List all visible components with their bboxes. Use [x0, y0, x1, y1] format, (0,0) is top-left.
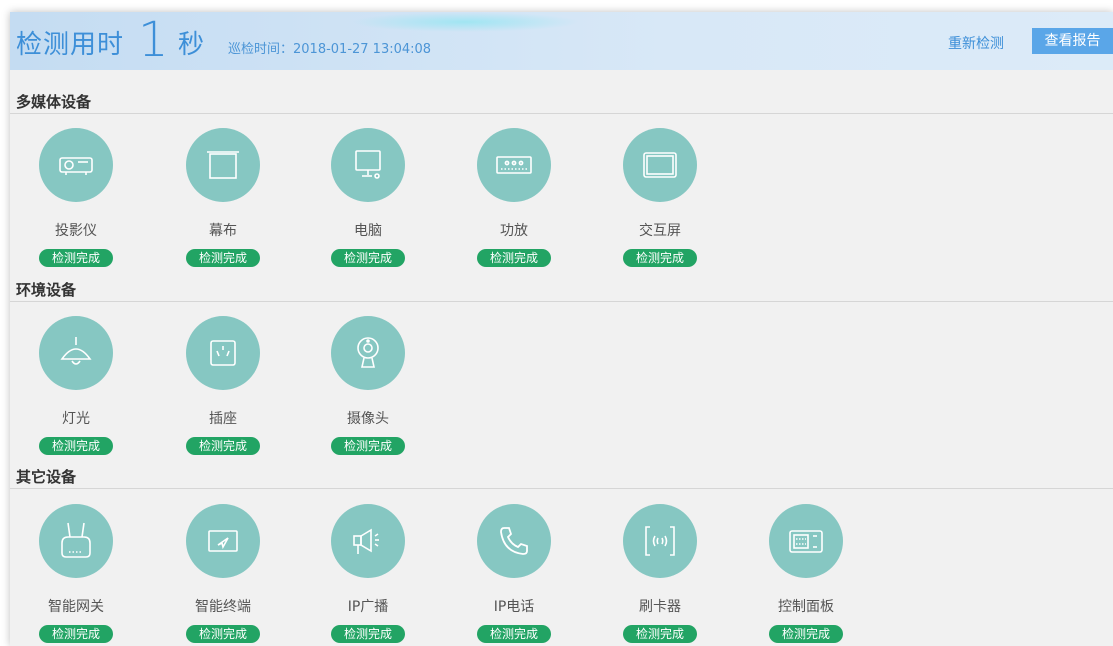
device-terminal[interactable]: 智能终端 检测完成 — [173, 504, 273, 646]
device-name: 功放 — [500, 223, 528, 239]
phone-icon — [477, 504, 551, 578]
section-divider — [10, 113, 1113, 114]
duration-unit: 秒 — [178, 30, 205, 60]
device-name: 投影仪 — [55, 223, 97, 239]
socket-icon — [186, 316, 260, 390]
recheck-link[interactable]: 重新检测 — [948, 33, 1004, 53]
status-badge: 检测完成 — [331, 249, 405, 267]
status-badge: 检测完成 — [477, 249, 551, 267]
section-title-other: 其它设备 — [16, 468, 77, 486]
device-amplifier[interactable]: 功放 检测完成 — [464, 128, 564, 278]
status-badge: 检测完成 — [186, 249, 260, 267]
device-name: 智能网关 — [48, 599, 104, 615]
device-name: 交互屏 — [639, 223, 681, 239]
device-camera[interactable]: 摄像头 检测完成 — [318, 316, 418, 466]
device-name: 智能终端 — [195, 599, 251, 615]
status-badge: 检测完成 — [477, 625, 551, 643]
interactive-screen-icon — [623, 128, 697, 202]
device-name: 摄像头 — [347, 411, 389, 427]
status-badge: 检测完成 — [769, 625, 843, 643]
status-badge: 检测完成 — [39, 625, 113, 643]
status-badge: 检测完成 — [186, 437, 260, 455]
device-name: IP电话 — [493, 599, 535, 615]
device-phone[interactable]: IP电话 检测完成 — [464, 504, 564, 646]
header-bar: 检测用时 1 秒 巡检时间：2018-01-27 13:04:08 重新检测 查… — [10, 12, 1113, 70]
section-divider — [10, 488, 1113, 489]
device-control-panel[interactable]: 控制面板 检测完成 — [756, 504, 856, 646]
device-name: 灯光 — [62, 411, 90, 427]
amplifier-icon — [477, 128, 551, 202]
device-broadcast[interactable]: IP广播 检测完成 — [318, 504, 418, 646]
status-badge: 检测完成 — [623, 249, 697, 267]
control-panel-icon — [769, 504, 843, 578]
device-name: 电脑 — [354, 223, 382, 239]
patrol-time: 巡检时间：2018-01-27 13:04:08 — [228, 42, 432, 57]
screen-curtain-icon — [186, 128, 260, 202]
device-name: 幕布 — [209, 223, 237, 239]
broadcast-icon — [331, 504, 405, 578]
device-lamp[interactable]: 灯光 检测完成 — [26, 316, 126, 466]
device-computer[interactable]: 电脑 检测完成 — [318, 128, 418, 278]
inspection-panel: 检测用时 1 秒 巡检时间：2018-01-27 13:04:08 重新检测 查… — [10, 12, 1113, 646]
device-projector[interactable]: 投影仪 检测完成 — [26, 128, 126, 278]
device-name: 刷卡器 — [639, 599, 681, 615]
duration-label: 检测用时 — [16, 30, 125, 60]
section-divider — [10, 301, 1113, 302]
device-socket[interactable]: 插座 检测完成 — [173, 316, 273, 466]
device-gateway[interactable]: 智能网关 检测完成 — [26, 504, 126, 646]
status-badge: 检测完成 — [186, 625, 260, 643]
status-badge: 检测完成 — [623, 625, 697, 643]
camera-icon — [331, 316, 405, 390]
device-card-reader[interactable]: 刷卡器 检测完成 — [610, 504, 710, 646]
device-name: 控制面板 — [778, 599, 834, 615]
projector-icon — [39, 128, 113, 202]
duration-value: 1 — [138, 12, 169, 68]
status-badge: 检测完成 — [331, 625, 405, 643]
card-reader-icon — [623, 504, 697, 578]
gateway-icon — [39, 504, 113, 578]
status-badge: 检测完成 — [39, 437, 113, 455]
header-glow — [350, 12, 580, 32]
view-report-button[interactable]: 查看报告 — [1032, 28, 1113, 54]
device-name: IP广播 — [347, 599, 389, 615]
computer-icon — [331, 128, 405, 202]
status-badge: 检测完成 — [331, 437, 405, 455]
section-title-environment: 环境设备 — [16, 281, 77, 299]
terminal-icon — [186, 504, 260, 578]
section-title-multimedia: 多媒体设备 — [16, 93, 92, 111]
lamp-icon — [39, 316, 113, 390]
device-name: 插座 — [209, 411, 237, 427]
device-interactive-screen[interactable]: 交互屏 检测完成 — [610, 128, 710, 278]
status-badge: 检测完成 — [39, 249, 113, 267]
device-screen-curtain[interactable]: 幕布 检测完成 — [173, 128, 273, 278]
